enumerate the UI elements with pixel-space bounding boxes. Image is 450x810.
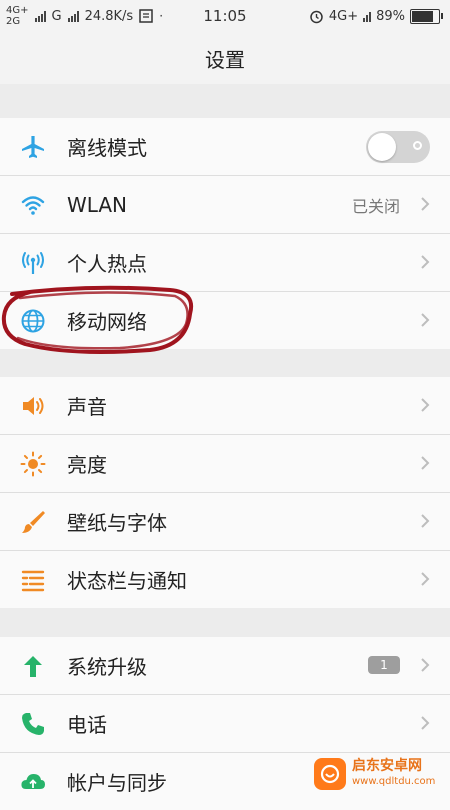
wlan-status-value: 已关闭 (351, 196, 400, 216)
globe-icon (20, 308, 46, 334)
watermark-logo-icon (314, 758, 346, 790)
setting-label: 个人热点 (67, 252, 147, 276)
airplane-icon (20, 134, 46, 160)
title-bar: 设置 (0, 32, 450, 84)
toggle-off-indicator (413, 141, 422, 150)
chevron-right-icon (421, 255, 430, 269)
setting-row-system-update[interactable]: 系统升级 1 (0, 637, 450, 695)
setting-label: 电话 (67, 713, 107, 737)
brightness-icon (20, 451, 46, 477)
setting-label: 离线模式 (67, 136, 147, 160)
status-right: 4G+ 89% (309, 0, 443, 32)
setting-label: 移动网络 (67, 310, 147, 334)
chevron-right-icon (421, 716, 430, 730)
cloud-sync-icon (20, 769, 46, 795)
battery-percent: 89% (376, 8, 405, 24)
arrow-up-icon (20, 653, 46, 679)
chevron-right-icon (421, 572, 430, 586)
setting-label: WLAN (67, 192, 128, 217)
alarm-icon (310, 10, 323, 23)
hotspot-icon (20, 250, 46, 276)
toggle-knob (368, 133, 396, 161)
settings-group-network: 离线模式 WLAN 已关闭 个人热点 移动网络 (0, 118, 450, 349)
chevron-right-icon (421, 514, 430, 528)
setting-row-airplane[interactable]: 离线模式 (0, 118, 450, 176)
setting-row-statusbar-notifications[interactable]: 状态栏与通知 (0, 551, 450, 608)
network-type-right: 4G+ (328, 8, 359, 24)
setting-row-hotspot[interactable]: 个人热点 (0, 234, 450, 292)
setting-row-brightness[interactable]: 亮度 (0, 435, 450, 493)
brush-icon (20, 509, 46, 535)
chevron-right-icon (421, 313, 430, 327)
airplane-mode-toggle[interactable] (366, 131, 430, 163)
setting-label: 壁纸与字体 (67, 511, 167, 535)
wifi-icon (20, 192, 46, 218)
setting-row-mobile-network[interactable]: 移动网络 (0, 292, 450, 349)
chevron-right-icon (421, 456, 430, 470)
clock: 11:05 (203, 7, 247, 25)
phone-icon (20, 711, 46, 737)
watermark-url: www.qdltdu.com (352, 776, 436, 787)
page-title: 设置 (205, 47, 245, 72)
chevron-right-icon (421, 398, 430, 412)
chevron-right-icon (421, 197, 430, 211)
statusbar-icon (20, 567, 46, 593)
watermark: 启东安卓网 www.qdltdu.com (314, 754, 444, 794)
status-bar: 4G+ 2G G 24.8K/s · 11:05 4G+ 89% (0, 0, 450, 32)
battery-icon (410, 8, 443, 24)
signal-bars-icon (363, 10, 372, 22)
setting-row-wallpaper-font[interactable]: 壁纸与字体 (0, 493, 450, 551)
setting-label: 帐户与同步 (67, 771, 167, 795)
settings-group-display: 声音 亮度 壁纸与字体 状态栏与通知 (0, 377, 450, 608)
setting-label: 声音 (67, 395, 107, 419)
setting-label: 亮度 (67, 453, 107, 477)
setting-row-phone[interactable]: 电话 (0, 695, 450, 753)
chevron-right-icon (421, 658, 430, 672)
setting-row-sound[interactable]: 声音 (0, 377, 450, 435)
watermark-name: 启东安卓网 (352, 758, 422, 774)
speaker-icon (20, 393, 46, 419)
setting-row-wlan[interactable]: WLAN 已关闭 (0, 176, 450, 234)
update-count-badge: 1 (368, 656, 400, 674)
setting-label: 状态栏与通知 (67, 569, 187, 593)
setting-label: 系统升级 (67, 655, 147, 679)
watermark-text: 启东安卓网 www.qdltdu.com (352, 759, 435, 789)
